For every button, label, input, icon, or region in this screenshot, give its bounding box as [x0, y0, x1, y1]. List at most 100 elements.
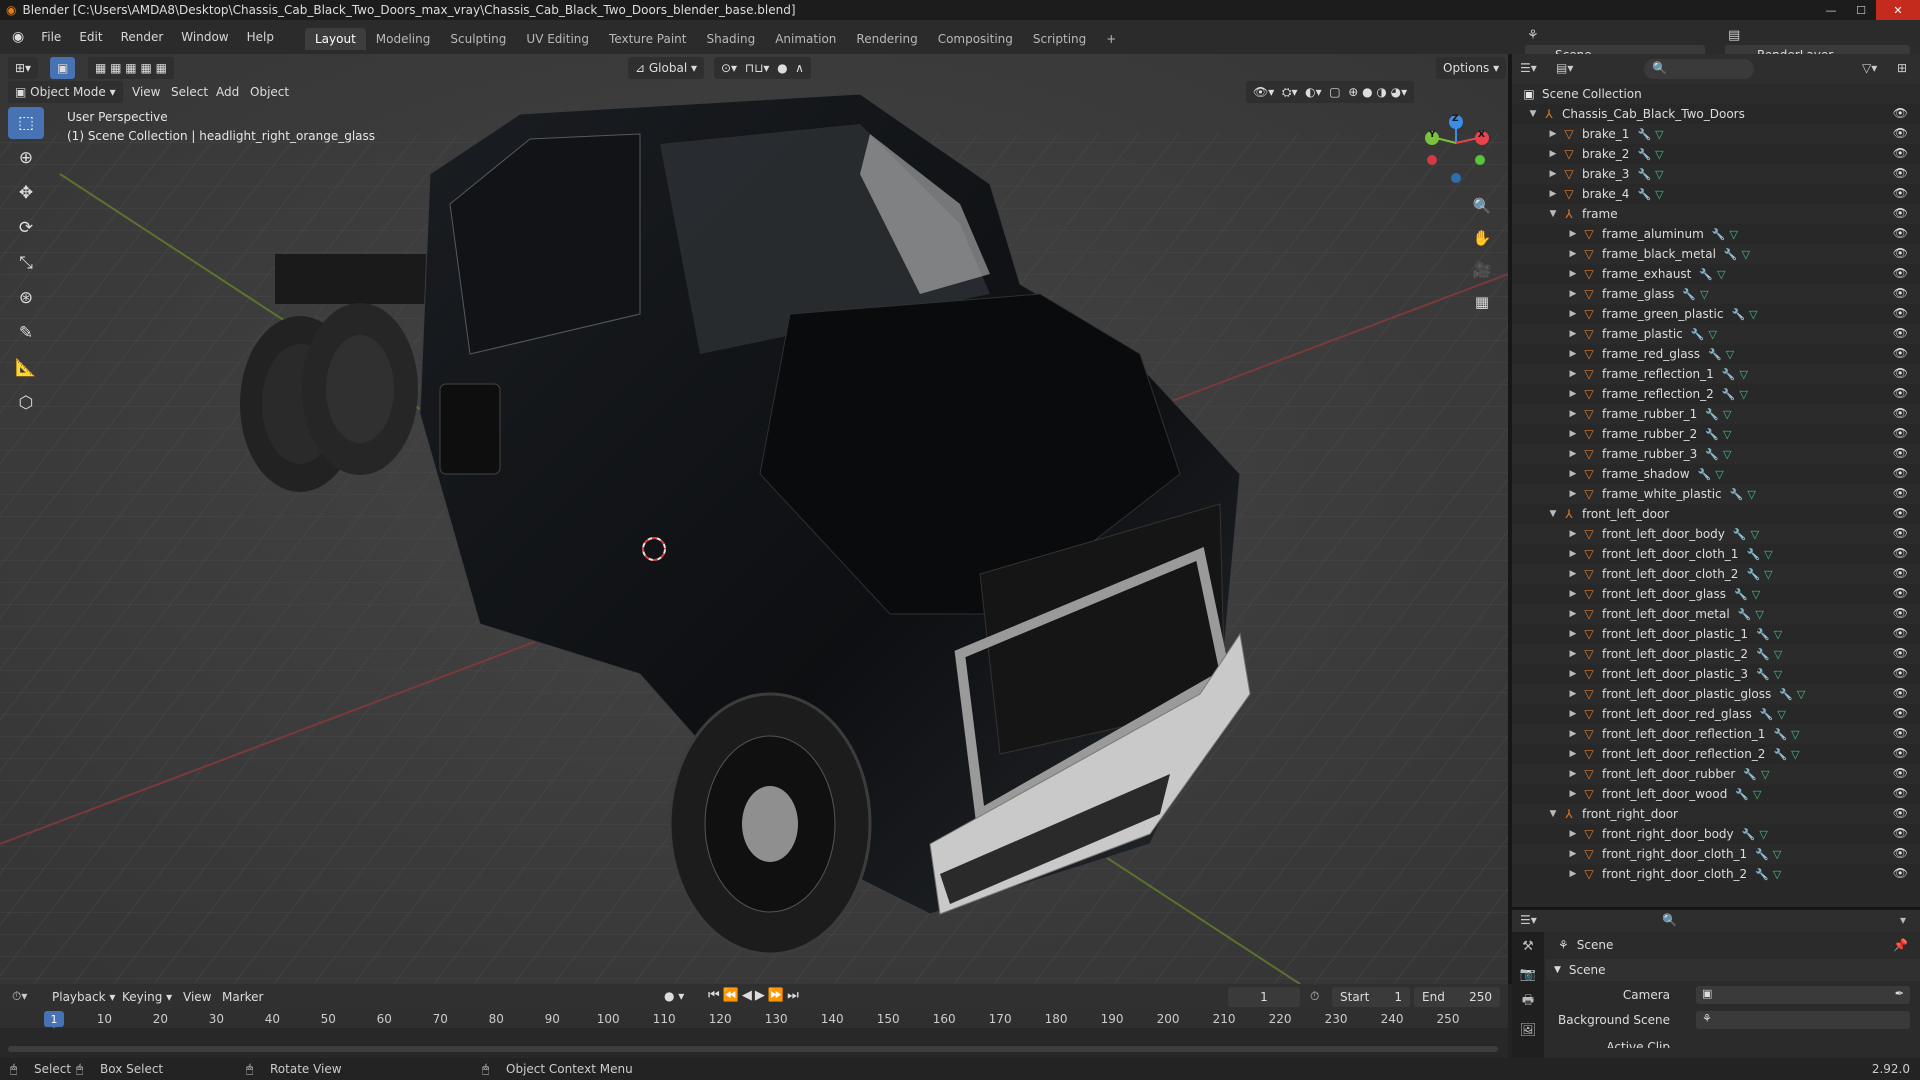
expand-down-icon[interactable]: ▼	[1546, 809, 1560, 819]
modifier-wrench-icon[interactable]: 🔧	[1773, 728, 1787, 741]
mesh-data-icon[interactable]: ▽	[1655, 168, 1663, 181]
expand-right-icon[interactable]: ▶	[1566, 429, 1580, 439]
expand-right-icon[interactable]: ▶	[1566, 749, 1580, 759]
modifier-wrench-icon[interactable]: 🔧	[1722, 368, 1736, 381]
pivot-snap-tools[interactable]: ⊙▾ ⊓⊔▾ ● ∧	[714, 57, 811, 79]
outliner-editor-type-icon[interactable]: ☰▾	[1520, 61, 1537, 75]
expand-right-icon[interactable]: ▶	[1566, 729, 1580, 739]
object-badges[interactable]: 🔧 ▽	[1773, 728, 1799, 741]
tab-texture-paint[interactable]: Texture Paint	[599, 28, 696, 50]
properties-editor-type-icon[interactable]: ☰▾	[1520, 913, 1537, 927]
mesh-data-icon[interactable]: ▽	[1774, 628, 1782, 641]
visibility-eye-icon[interactable]: 👁	[1893, 366, 1908, 380]
tab-shading[interactable]: Shading	[696, 28, 765, 50]
select-mode-button[interactable]: ▣	[50, 57, 76, 79]
new-collection-icon[interactable]: ⊞	[1897, 61, 1907, 75]
visibility-eye-icon[interactable]: 👁	[1893, 326, 1908, 340]
expand-right-icon[interactable]: ▶	[1566, 649, 1580, 659]
outliner-row[interactable]: ▶ ▽ frame_black_metal 🔧 ▽ 👁	[1512, 244, 1920, 264]
outliner-row[interactable]: ▶ ▽ front_left_door_plastic_gloss 🔧 ▽ 👁	[1512, 684, 1920, 704]
visibility-eye-icon[interactable]: 👁	[1893, 486, 1908, 500]
pan-button[interactable]: ✋	[1468, 224, 1496, 252]
outliner-row[interactable]: ▼ ⅄ front_right_door 👁	[1512, 804, 1920, 824]
tab-tool[interactable]: ⚒	[1512, 932, 1544, 960]
mesh-data-icon[interactable]: ▽	[1655, 128, 1663, 141]
mesh-data-icon[interactable]: ▽	[1715, 468, 1723, 481]
tab-output[interactable]: 🖶	[1512, 988, 1544, 1016]
properties-options-icon[interactable]: ▾	[1900, 913, 1906, 927]
timeline-menu-keying[interactable]: Keying ▾	[122, 990, 172, 1004]
modifier-wrench-icon[interactable]: 🔧	[1733, 528, 1747, 541]
object-badges[interactable]: 🔧 ▽	[1756, 648, 1782, 661]
outliner-row[interactable]: ▶ ▽ front_left_door_metal 🔧 ▽ 👁	[1512, 604, 1920, 624]
tab-rendering[interactable]: Rendering	[846, 28, 927, 50]
modifier-wrench-icon[interactable]: 🔧	[1735, 788, 1749, 801]
mesh-data-icon[interactable]: ▽	[1723, 448, 1731, 461]
visibility-eye-icon[interactable]: 👁	[1893, 246, 1908, 260]
timeline-scrollbar[interactable]	[8, 1046, 1498, 1052]
visibility-eye-icon[interactable]: 👁	[1893, 706, 1908, 720]
visibility-eye-icon[interactable]: 👁	[1893, 306, 1908, 320]
object-badges[interactable]: 🔧 ▽	[1756, 668, 1782, 681]
mesh-data-icon[interactable]: ▽	[1755, 608, 1763, 621]
expand-right-icon[interactable]: ▶	[1566, 669, 1580, 679]
object-badges[interactable]: 🔧 ▽	[1755, 868, 1781, 881]
expand-right-icon[interactable]: ▶	[1566, 349, 1580, 359]
outliner-row[interactable]: ▶ ▽ frame_red_glass 🔧 ▽ 👁	[1512, 344, 1920, 364]
mesh-data-icon[interactable]: ▽	[1791, 748, 1799, 761]
mesh-data-icon[interactable]: ▽	[1761, 768, 1769, 781]
modifier-wrench-icon[interactable]: 🔧	[1698, 468, 1712, 481]
pin-icon[interactable]: 📌	[1893, 938, 1908, 952]
object-badges[interactable]: 🔧 ▽	[1755, 848, 1781, 861]
visibility-eye-icon[interactable]: 👁	[1893, 526, 1908, 540]
object-badges[interactable]: 🔧 ▽	[1682, 288, 1708, 301]
outliner-row[interactable]: ▶ ▽ brake_1 🔧 ▽ 👁	[1512, 124, 1920, 144]
outliner-row[interactable]: ▶ ▽ frame_rubber_1 🔧 ▽ 👁	[1512, 404, 1920, 424]
visibility-eye-icon[interactable]: 👁	[1893, 286, 1908, 300]
object-badges[interactable]: 🔧 ▽	[1708, 348, 1734, 361]
renderlayer-browse-icon[interactable]: ▤	[1728, 28, 1740, 43]
expand-down-icon[interactable]: ▼	[1546, 209, 1560, 219]
modifier-wrench-icon[interactable]: 🔧	[1699, 268, 1713, 281]
modifier-wrench-icon[interactable]: 🔧	[1742, 828, 1756, 841]
outliner-row[interactable]: ▶ ▽ brake_4 🔧 ▽ 👁	[1512, 184, 1920, 204]
outliner-display-mode-icon[interactable]: ▤▾	[1556, 61, 1573, 75]
modifier-wrench-icon[interactable]: 🔧	[1743, 768, 1757, 781]
object-badges[interactable]: 🔧 ▽	[1738, 608, 1764, 621]
expand-right-icon[interactable]: ▶	[1566, 569, 1580, 579]
visibility-eye-icon[interactable]: 👁	[1893, 566, 1908, 580]
expand-down-icon[interactable]: ▼	[1546, 509, 1560, 519]
tab-modeling[interactable]: Modeling	[366, 28, 441, 50]
visibility-eye-icon[interactable]: 👁	[1893, 206, 1908, 220]
visibility-eye-icon[interactable]: 👁	[1893, 666, 1908, 680]
camera-view-button[interactable]: 🎥	[1468, 256, 1496, 284]
visibility-eye-icon[interactable]: 👁	[1893, 166, 1908, 180]
object-badges[interactable]: 🔧 ▽	[1699, 268, 1725, 281]
object-badges[interactable]: 🔧 ▽	[1746, 548, 1772, 561]
mesh-data-icon[interactable]: ▽	[1740, 388, 1748, 401]
outliner-row[interactable]: ▶ ▽ frame_rubber_2 🔧 ▽ 👁	[1512, 424, 1920, 444]
mesh-data-icon[interactable]: ▽	[1717, 268, 1725, 281]
modifier-wrench-icon[interactable]: 🔧	[1724, 248, 1738, 261]
tab-render[interactable]: 📷	[1512, 960, 1544, 988]
object-badges[interactable]: 🔧 ▽	[1760, 708, 1786, 721]
expand-right-icon[interactable]: ▶	[1566, 469, 1580, 479]
annotate-tool[interactable]: ✎	[8, 317, 44, 349]
object-badges[interactable]: 🔧 ▽	[1773, 748, 1799, 761]
modifier-wrench-icon[interactable]: 🔧	[1756, 668, 1770, 681]
timeline-menu-view[interactable]: View	[183, 990, 211, 1004]
tab-scripting[interactable]: Scripting	[1023, 28, 1096, 50]
mesh-data-icon[interactable]: ▽	[1791, 728, 1799, 741]
expand-right-icon[interactable]: ▶	[1546, 149, 1560, 159]
visibility-eye-icon[interactable]: 👁	[1893, 746, 1908, 760]
modifier-wrench-icon[interactable]: 🔧	[1708, 348, 1722, 361]
filter-icon[interactable]: ▽▾	[1862, 61, 1877, 75]
eyedropper-icon[interactable]: ✒	[1895, 987, 1904, 1000]
mesh-data-icon[interactable]: ▽	[1708, 328, 1716, 341]
outliner-row[interactable]: ▶ ▽ frame_shadow 🔧 ▽ 👁	[1512, 464, 1920, 484]
visibility-eye-icon[interactable]: 👁	[1893, 266, 1908, 280]
options-dropdown[interactable]: Options ▾	[1436, 57, 1507, 79]
outliner-row[interactable]: ▼ ⅄ front_left_door 👁	[1512, 504, 1920, 524]
mesh-data-icon[interactable]: ▽	[1759, 828, 1767, 841]
outliner-row[interactable]: ▶ ▽ brake_3 🔧 ▽ 👁	[1512, 164, 1920, 184]
